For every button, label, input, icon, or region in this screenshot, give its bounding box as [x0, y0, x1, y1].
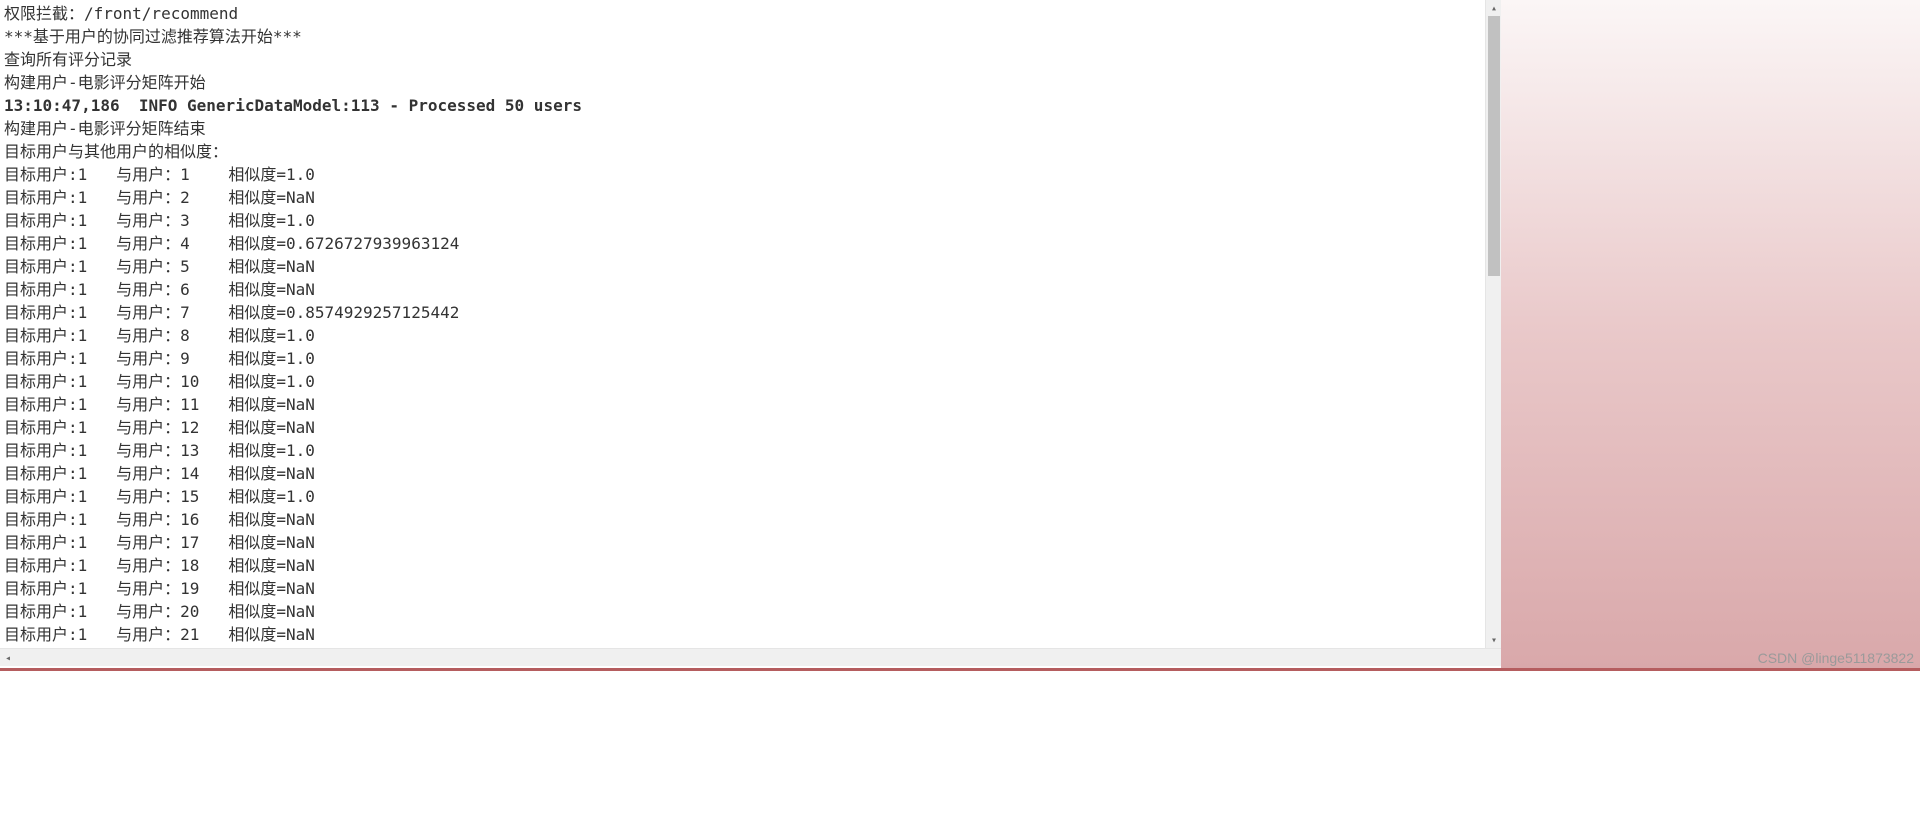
similarity-row: 目标用户:1 与用户：16 相似度=NaN [4, 508, 1497, 531]
console-line: 构建用户-电影评分矩阵结束 [4, 117, 1497, 140]
similarity-row: 目标用户:1 与用户：9 相似度=1.0 [4, 347, 1497, 370]
vertical-scrollbar-thumb[interactable] [1488, 16, 1500, 276]
console-line: ***基于用户的协同过滤推荐算法开始*** [4, 25, 1497, 48]
similarity-row: 目标用户:1 与用户：15 相似度=1.0 [4, 485, 1497, 508]
right-gradient-panel [1501, 0, 1920, 670]
console-line: 13:10:47,186 INFO GenericDataModel:113 -… [4, 94, 1497, 117]
similarity-row: 目标用户:1 与用户：5 相似度=NaN [4, 255, 1497, 278]
similarity-row: 目标用户:1 与用户：1 相似度=1.0 [4, 163, 1497, 186]
similarity-row: 目标用户:1 与用户：7 相似度=0.8574929257125442 [4, 301, 1497, 324]
similarity-row: 目标用户:1 与用户：10 相似度=1.0 [4, 370, 1497, 393]
similarity-row: 目标用户:1 与用户：18 相似度=NaN [4, 554, 1497, 577]
similarity-row: 目标用户:1 与用户：11 相似度=NaN [4, 393, 1497, 416]
scroll-left-icon[interactable]: ◂ [0, 649, 16, 667]
scroll-up-icon[interactable]: ▴ [1486, 0, 1502, 16]
console-output[interactable]: 权限拦截：/front/recommend***基于用户的协同过滤推荐算法开始*… [0, 0, 1501, 648]
similarity-row: 目标用户:1 与用户：2 相似度=NaN [4, 186, 1497, 209]
scroll-down-icon[interactable]: ▾ [1486, 632, 1502, 648]
similarity-row: 目标用户:1 与用户：3 相似度=1.0 [4, 209, 1497, 232]
similarity-row: 目标用户:1 与用户：19 相似度=NaN [4, 577, 1497, 600]
watermark-text: CSDN @linge511873822 [1758, 648, 1914, 668]
similarity-row: 目标用户:1 与用户：20 相似度=NaN [4, 600, 1497, 623]
similarity-row: 目标用户:1 与用户：13 相似度=1.0 [4, 439, 1497, 462]
similarity-row: 目标用户:1 与用户：21 相似度=NaN [4, 623, 1497, 646]
similarity-row: 目标用户:1 与用户：4 相似度=0.6726727939963124 [4, 232, 1497, 255]
console-line: 查询所有评分记录 [4, 48, 1497, 71]
similarity-row: 目标用户:1 与用户：17 相似度=NaN [4, 531, 1497, 554]
similarity-row: 目标用户:1 与用户：6 相似度=NaN [4, 278, 1497, 301]
horizontal-scrollbar[interactable]: ◂ [0, 648, 1501, 666]
similarity-row: 目标用户:1 与用户：12 相似度=NaN [4, 416, 1497, 439]
similarity-row: 目标用户:1 与用户：8 相似度=1.0 [4, 324, 1497, 347]
console-line: 目标用户与其他用户的相似度： [4, 140, 1497, 163]
blank-area [0, 671, 1920, 824]
vertical-scrollbar[interactable]: ▴ ▾ [1485, 0, 1501, 648]
console-line: 构建用户-电影评分矩阵开始 [4, 71, 1497, 94]
console-line: 权限拦截：/front/recommend [4, 2, 1497, 25]
similarity-row: 目标用户:1 与用户：14 相似度=NaN [4, 462, 1497, 485]
